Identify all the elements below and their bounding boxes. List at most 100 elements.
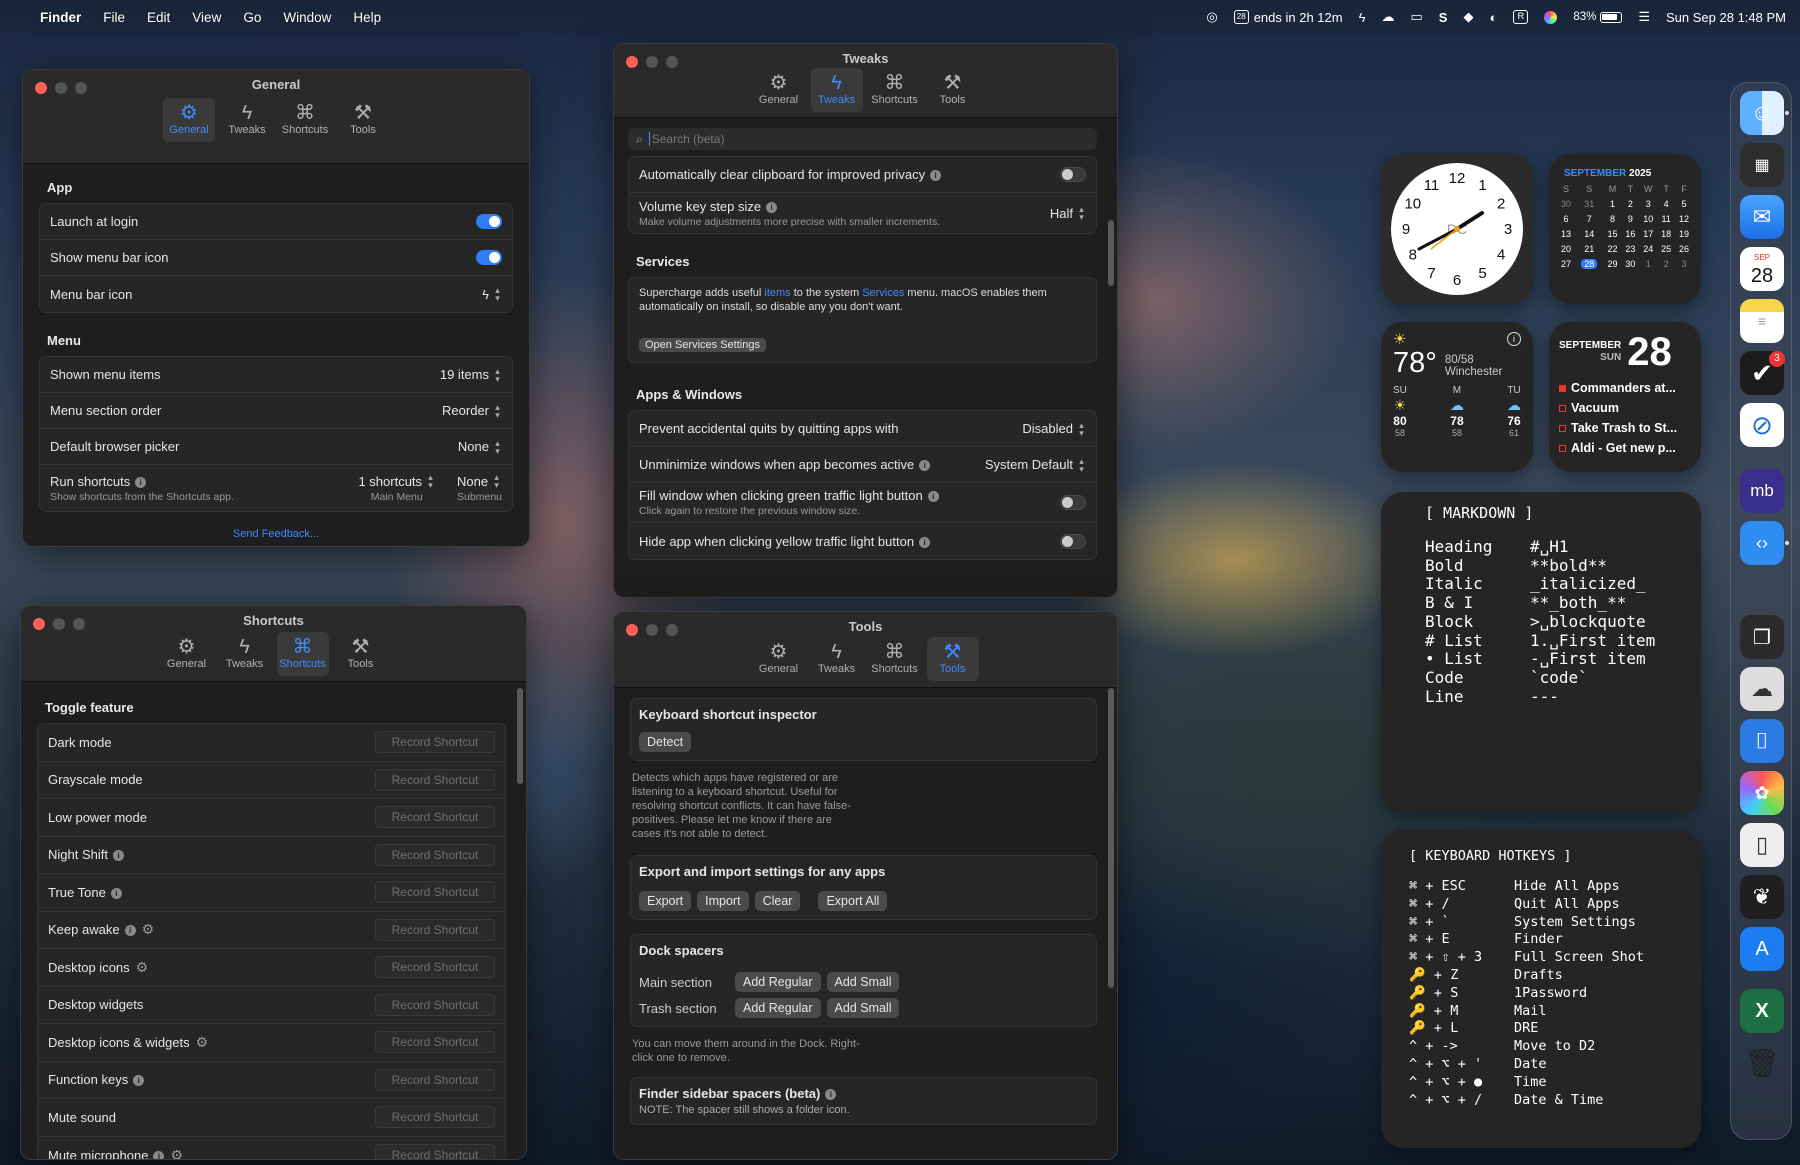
tab-tweaks[interactable]: ϟ Tweaks	[810, 68, 863, 112]
calendar-day[interactable]: 22	[1604, 241, 1622, 256]
info-icon[interactable]: i	[766, 201, 778, 213]
fill-window-toggle[interactable]	[1060, 495, 1086, 510]
menu-go[interactable]: Go	[243, 10, 261, 25]
record-shortcut-button[interactable]: Record Shortcut	[375, 768, 495, 791]
reminder-checkbox[interactable]	[1559, 424, 1566, 432]
info-icon[interactable]: i	[110, 887, 122, 899]
status-bolt-icon[interactable]: ϟ	[1359, 10, 1366, 25]
trash-icon[interactable]: 🗑	[1740, 1041, 1784, 1085]
tab-shortcuts[interactable]: ⌘ Shortcuts	[869, 637, 921, 681]
info-icon[interactable]: i	[927, 491, 939, 503]
hide-app-toggle[interactable]	[1060, 533, 1086, 549]
add-regular-main-button[interactable]: Add Regular	[735, 972, 821, 992]
calendar-app-icon[interactable]: SEP 28	[1740, 247, 1784, 291]
calendar-day[interactable]: 15	[1604, 226, 1622, 241]
reminder-checkbox[interactable]	[1559, 384, 1566, 392]
calendar-day[interactable]: 14	[1575, 226, 1604, 241]
info-icon[interactable]: i	[919, 460, 931, 472]
tab-tweaks[interactable]: ϟ Tweaks	[219, 632, 271, 676]
record-shortcut-button[interactable]: Record Shortcut	[375, 1068, 495, 1091]
calendar-widget[interactable]: SEPTEMBER 2025 SSMTWTF 30 31 1 2 3 4 5 6 7 8 9 10 11…	[1549, 154, 1701, 304]
battery-status[interactable]: 83%	[1573, 11, 1623, 23]
menu-window[interactable]: Window	[283, 10, 331, 25]
main-menu-popup[interactable]: 1 shortcuts ▴ ▾	[358, 473, 435, 490]
clock-widget[interactable]: 121234567891011 DC	[1381, 154, 1533, 304]
shown-menu-items-popup[interactable]: 19 items ▴ ▾	[440, 366, 502, 383]
calendar-day[interactable]: 1	[1604, 196, 1622, 211]
control-center-icon[interactable]: ☰	[1638, 9, 1650, 25]
reminders-widget[interactable]: SEPTEMBER SUN 28 Commanders at... Vacuum T…	[1549, 322, 1701, 472]
tab-tweaks[interactable]: ϟ Tweaks	[221, 98, 273, 142]
volume-step-popup[interactable]: Half ▴ ▾	[1050, 205, 1086, 222]
calendar-day[interactable]: 24	[1639, 241, 1657, 256]
gear-icon[interactable]: ⚙	[136, 959, 149, 975]
calendar-day[interactable]: 18	[1657, 226, 1675, 241]
calendar-day[interactable]: 27	[1557, 256, 1575, 271]
record-shortcut-button[interactable]: Record Shortcut	[375, 918, 495, 941]
add-small-trash-button[interactable]: Add Small	[826, 998, 900, 1018]
mail-icon[interactable]: ✉	[1740, 195, 1784, 239]
reminder-item[interactable]: Take Trash to St...	[1559, 418, 1693, 438]
menu-app-name[interactable]: Finder	[40, 10, 81, 25]
info-icon[interactable]: i	[825, 1089, 837, 1101]
calendar-day[interactable]: 30	[1557, 196, 1575, 211]
cloud-app-icon[interactable]: ☁	[1740, 667, 1784, 711]
info-icon[interactable]: i	[124, 925, 136, 937]
tab-shortcuts[interactable]: ⌘ Shortcuts	[869, 68, 921, 112]
status-r-icon[interactable]: R	[1513, 10, 1529, 24]
record-shortcut-button[interactable]: Record Shortcut	[375, 806, 495, 829]
export-button[interactable]: Export	[639, 891, 692, 911]
reminder-checkbox[interactable]	[1559, 404, 1566, 412]
info-icon[interactable]: i	[153, 1150, 165, 1159]
calendar-day[interactable]: 3	[1639, 196, 1657, 211]
add-small-main-button[interactable]: Add Small	[826, 972, 900, 992]
info-icon[interactable]: i	[133, 1075, 145, 1087]
scrollbar[interactable]	[1108, 220, 1114, 286]
gear-icon[interactable]: ⚙	[170, 1147, 183, 1159]
calendar-day[interactable]: 19	[1675, 226, 1693, 241]
reminder-checkbox[interactable]	[1559, 444, 1566, 452]
calendar-day[interactable]: 1	[1639, 256, 1657, 271]
info-icon[interactable]: i	[1507, 332, 1521, 346]
calendar-day[interactable]: 28	[1575, 256, 1604, 271]
export-all-button[interactable]: Export All	[818, 891, 888, 911]
record-shortcut-button[interactable]: Record Shortcut	[375, 1031, 495, 1054]
menu-help[interactable]: Help	[353, 10, 381, 25]
calendar-day[interactable]: 23	[1621, 241, 1639, 256]
tab-general[interactable]: ⚙ General	[753, 68, 805, 112]
calendar-day[interactable]: 25	[1657, 241, 1675, 256]
scrollbar[interactable]	[517, 688, 523, 784]
photos-icon[interactable]: ✿	[1740, 771, 1784, 815]
tab-general[interactable]: ⚙ General	[163, 98, 215, 142]
menu-section-order-popup[interactable]: Reorder ▴ ▾	[442, 402, 502, 419]
scrollbar[interactable]	[1108, 688, 1114, 988]
notes-icon[interactable]: ≡	[1740, 299, 1784, 343]
menu-view[interactable]: View	[192, 10, 221, 25]
calendar-day[interactable]: 16	[1621, 226, 1639, 241]
menu-file[interactable]: File	[103, 10, 125, 25]
launch-at-login-toggle[interactable]	[476, 214, 502, 229]
calendar-day[interactable]: 12	[1675, 211, 1693, 226]
send-feedback-link[interactable]: Send Feedback...	[39, 528, 513, 540]
info-icon[interactable]: i	[112, 850, 124, 862]
calendar-day[interactable]: 20	[1557, 241, 1575, 256]
calendar-day[interactable]: 21	[1575, 241, 1604, 256]
calendar-day[interactable]: 6	[1557, 211, 1575, 226]
tab-shortcuts[interactable]: ⌘ Shortcuts	[279, 98, 331, 142]
default-browser-picker-popup[interactable]: None ▴ ▾	[458, 438, 502, 455]
record-shortcut-button[interactable]: Record Shortcut	[375, 956, 495, 979]
calendar-day[interactable]: 4	[1657, 196, 1675, 211]
tab-general[interactable]: ⚙ General	[161, 632, 213, 676]
unminimize-popup[interactable]: System Default ▴ ▾	[985, 456, 1086, 473]
calendar-day[interactable]: 9	[1621, 211, 1639, 226]
info-icon[interactable]: i	[135, 476, 147, 488]
search-field[interactable]: ⌕ Search (beta)	[628, 128, 1097, 150]
simulator-icon[interactable]: ▯	[1740, 823, 1784, 867]
record-shortcut-button[interactable]: Record Shortcut	[375, 993, 495, 1016]
status-color-icon[interactable]	[1544, 10, 1558, 24]
calendar-day[interactable]: 7	[1575, 211, 1604, 226]
launchpad-icon[interactable]: ▦	[1740, 143, 1784, 187]
calendar-day[interactable]: 3	[1675, 256, 1693, 271]
menu-bar-icon-popup[interactable]: ϟ ▴ ▾	[482, 286, 502, 303]
info-icon[interactable]: i	[919, 536, 931, 548]
